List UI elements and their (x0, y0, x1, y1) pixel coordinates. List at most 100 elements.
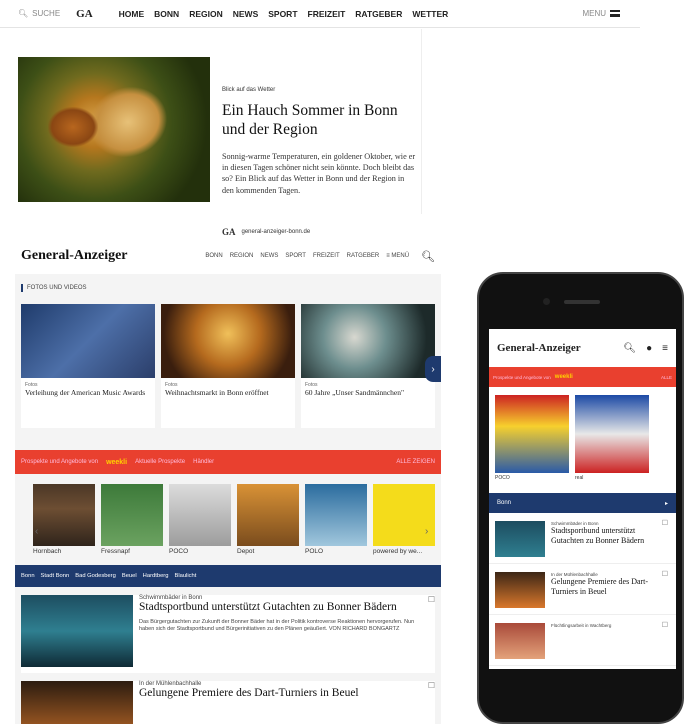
desktop-site-preview: General-Anzeiger BONN REGION NEWS SPORT … (15, 238, 441, 724)
menu-button[interactable]: MENU (582, 9, 620, 18)
photo-thumbnail (161, 304, 295, 378)
source-url: general-anzeiger-bonn.de (241, 229, 311, 235)
tab-aktuelle-prospekte[interactable]: Aktuelle Prospekte (135, 459, 185, 465)
prospekt-image (575, 395, 649, 473)
chevron-left-icon[interactable]: ‹ (35, 526, 38, 537)
weekli-logo[interactable]: weekli (106, 459, 127, 466)
section-link-beuel[interactable]: Beuel (122, 573, 137, 579)
photo-caption: Fotos Weihnachtsmarkt in Bonn eröffnet (161, 378, 295, 428)
article-body: Schwimmbäder in Bonn Stadtsportbund unte… (551, 521, 669, 557)
source-logo: GA (222, 227, 236, 237)
d-nav-news[interactable]: NEWS (260, 253, 278, 259)
nav-ratgeber[interactable]: RATGEBER (355, 9, 402, 19)
bookmark-icon[interactable]: ☐ (662, 570, 668, 578)
d-nav-freizeit[interactable]: FREIZEIT (313, 253, 340, 259)
prospekt-card[interactable]: Depot (237, 484, 299, 555)
nav-bonn[interactable]: BONN (154, 9, 179, 19)
prospekt-card[interactable]: powered by we... (373, 484, 435, 555)
chevron-right-icon[interactable]: › (425, 526, 428, 537)
teaser-title[interactable]: Ein Hauch Sommer in Bonn und der Region (222, 101, 418, 139)
main-nav: HOME BONN REGION NEWS SPORT FREIZEIT RAT… (119, 9, 449, 19)
hamburger-icon (610, 10, 620, 17)
nav-sport[interactable]: SPORT (268, 9, 297, 19)
d-nav-sport[interactable]: SPORT (285, 253, 306, 259)
ga-logo[interactable]: GA (76, 8, 93, 20)
article-body: Flüchtlingsarbeit in Wachtberg (551, 623, 611, 659)
article-image (495, 521, 545, 557)
bookmark-icon[interactable]: ☐ (662, 519, 668, 527)
d-nav-bonn[interactable]: BONN (205, 253, 222, 259)
weather-teaser[interactable]: Blick auf das Wetter Ein Hauch Sommer in… (0, 29, 422, 237)
photo-thumbnail (301, 304, 435, 378)
section-link-bonn[interactable]: Bonn (21, 573, 35, 579)
nav-news[interactable]: NEWS (233, 9, 259, 19)
prospekt-image (495, 395, 569, 473)
phone-article[interactable]: Schwimmbäder in Bonn Stadtsportbund unte… (489, 513, 676, 564)
article-body: Schwimmbäder in Bonn Stadtsportbund unte… (139, 595, 427, 667)
d-nav-region[interactable]: REGION (230, 253, 254, 259)
prospekt-card[interactable]: POLO (305, 484, 367, 555)
article-teaser[interactable]: Schwimmbäder in Bonn Stadtsportbund unte… (21, 595, 435, 673)
nav-freizeit[interactable]: FREIZEIT (308, 9, 346, 19)
phone-article[interactable]: Flüchtlingsarbeit in Wachtberg ☐ (489, 615, 676, 666)
article-teaser[interactable]: In der Mühlenbachhalle Gelungene Premier… (21, 681, 435, 724)
camera-icon (543, 298, 550, 305)
section-link-stadt-bonn[interactable]: Stadt Bonn (41, 573, 70, 579)
article-image (495, 623, 545, 659)
prospekt-label: POCO (169, 548, 189, 555)
prospekt-card[interactable]: Fressnapf (101, 484, 163, 555)
prospekt-label: Fressnapf (101, 548, 130, 555)
general-anzeiger-logo[interactable]: General-Anzeiger (21, 248, 128, 264)
search-button[interactable]: 🔍︎ SUCHE (18, 9, 60, 18)
phone-prospekte-bar: Prospekte und Angebote von weekli ALLE (489, 367, 676, 387)
photo-card[interactable]: Fotos 60 Jahre „Unser Sandmännchen" (301, 304, 435, 428)
nav-wetter[interactable]: WETTER (412, 9, 448, 19)
chevron-right-icon: › (431, 363, 435, 375)
article-title[interactable]: Stadtsportbund unterstützt Gutachten zu … (139, 601, 427, 615)
tab-haendler[interactable]: Händler (193, 459, 214, 465)
section-link-hardtberg[interactable]: Hardtberg (143, 573, 169, 579)
bonn-section-bar: Bonn Stadt Bonn Bad Godesberg Beuel Hard… (15, 565, 441, 587)
prospekt-card[interactable]: real (575, 395, 649, 481)
search-icon[interactable]: 🔍︎ (421, 250, 435, 263)
search-icon: 🔍︎ (18, 9, 29, 18)
article-kicker: Flüchtlingsarbeit in Wachtberg (551, 623, 612, 628)
show-all-link[interactable]: ALLE (661, 375, 672, 380)
prospekt-card[interactable]: POCO (495, 395, 569, 481)
chevron-right-icon: ▸ (664, 500, 668, 507)
d-nav-ratgeber[interactable]: RATGEBER (347, 253, 380, 259)
section-link-blaulicht[interactable]: Blaulicht (174, 573, 196, 579)
search-icon[interactable]: 🔍︎ (623, 343, 636, 354)
section-link-bad-godesberg[interactable]: Bad Godesberg (75, 573, 116, 579)
photo-card[interactable]: Fotos Verleihung der American Music Awar… (21, 304, 155, 428)
prospekt-label: Hornbach (33, 548, 62, 555)
article-title[interactable]: Gelungene Premiere des Dart-Turniers in … (139, 687, 427, 701)
phone-header: General-Anzeiger 🔍︎ ● ≡ (489, 329, 676, 367)
phone-section-bar[interactable]: Bonn ▸ (489, 493, 676, 513)
top-nav-bar: 🔍︎ SUCHE GA HOME BONN REGION NEWS SPORT … (0, 0, 640, 28)
show-all-link[interactable]: ALLE ZEIGEN (396, 459, 435, 465)
prospekte-row: Hornbach Fressnapf POCO Depot POLO power… (15, 474, 441, 555)
desktop-header: General-Anzeiger BONN REGION NEWS SPORT … (15, 238, 441, 274)
hamburger-icon[interactable]: ≡ (662, 343, 668, 354)
user-icon[interactable]: ● (646, 343, 652, 354)
teaser-source: GA general-anzeiger-bonn.de (222, 227, 310, 237)
phone-article[interactable]: In der Mühlenbachhalle Gelungene Premier… (489, 564, 676, 615)
gallery-next-button[interactable]: › (425, 356, 441, 382)
bookmark-icon[interactable]: ☐ (428, 681, 435, 690)
general-anzeiger-logo[interactable]: General-Anzeiger (497, 342, 581, 354)
photo-card[interactable]: Fotos Weihnachtsmarkt in Bonn eröffnet (161, 304, 295, 428)
prospekt-card[interactable]: Hornbach (33, 484, 95, 555)
prospekt-label: POLO (305, 548, 324, 555)
prospekt-card[interactable]: POCO (169, 484, 231, 555)
photo-caption: Fotos Verleihung der American Music Awar… (21, 378, 155, 428)
speaker-grille (564, 300, 600, 304)
nav-home[interactable]: HOME (119, 9, 145, 19)
bookmark-icon[interactable]: ☐ (662, 621, 668, 629)
nav-region[interactable]: REGION (189, 9, 223, 19)
photo-thumbnail (21, 304, 155, 378)
weekli-logo[interactable]: weekli (555, 374, 573, 380)
prospekt-image (237, 484, 299, 546)
d-nav-menu[interactable]: ≡ MENÜ (386, 253, 409, 259)
bookmark-icon[interactable]: ☐ (428, 595, 435, 604)
